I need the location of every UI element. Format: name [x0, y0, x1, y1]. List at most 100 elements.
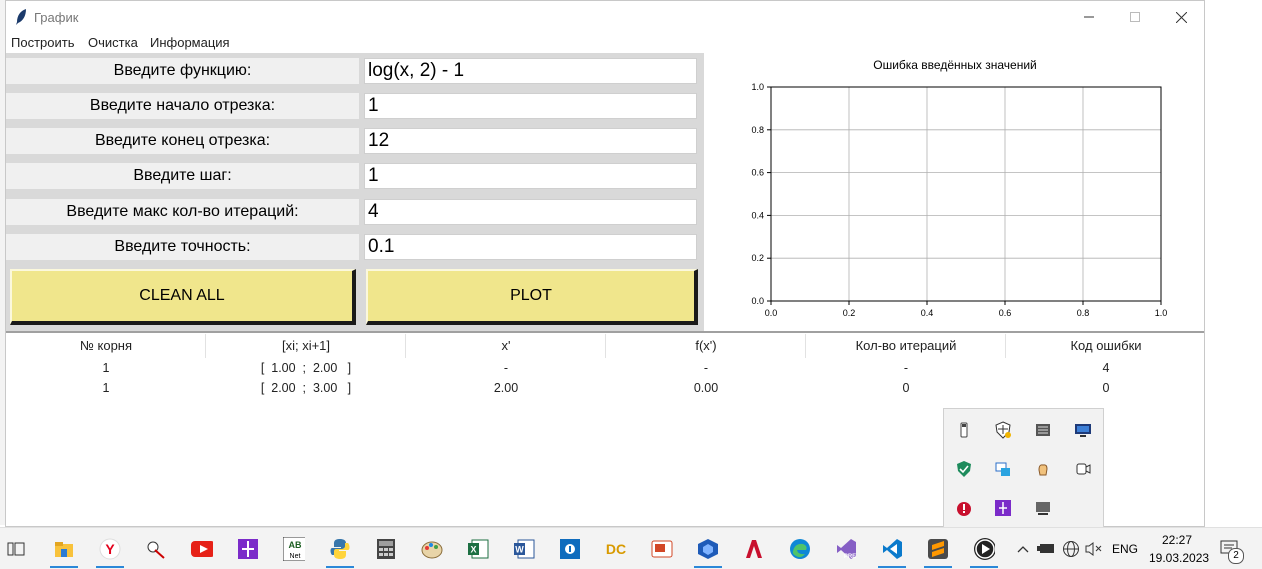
svg-text:DC: DC — [606, 541, 626, 557]
file-explorer-icon[interactable] — [53, 538, 75, 560]
abbyy-lingvo-icon[interactable]: AB Net — [283, 537, 305, 561]
cell-root-number: 1 — [102, 381, 110, 395]
notification-badge: 2 — [1228, 548, 1244, 564]
snipping-icon[interactable] — [145, 538, 167, 560]
max-iterations-input[interactable]: 4 — [364, 199, 697, 225]
excel-icon[interactable]: X — [467, 538, 489, 560]
visual-studio-icon[interactable]: PRE — [835, 538, 857, 560]
defender-icon[interactable] — [955, 460, 973, 478]
x-tick-label: 0.4 — [921, 308, 934, 318]
y-tick-label: 0.6 — [751, 168, 764, 178]
keyboard-icon[interactable] — [1034, 421, 1052, 439]
x-tick-label: 0.8 — [1077, 308, 1090, 318]
svg-text:X: X — [470, 545, 476, 555]
clean-all-button[interactable]: CLEAN ALL — [10, 269, 356, 325]
alert-icon[interactable] — [955, 499, 973, 517]
y-tick-label: 0.4 — [751, 210, 764, 220]
header-interval: [xi; xi+1] — [281, 338, 331, 353]
cell-x: - — [503, 361, 509, 375]
close-icon — [1175, 11, 1187, 23]
cell-iterations: 0 — [902, 381, 910, 395]
svg-text:PRE: PRE — [844, 554, 856, 560]
cell-error-code: 0 — [1102, 381, 1110, 395]
clock-date: 19.03.2023 — [1149, 551, 1210, 565]
svg-text:Y: Y — [105, 541, 115, 557]
cell-fx: 0.00 — [693, 381, 719, 395]
menu-bar: Построить Очистка Информация — [6, 33, 1204, 53]
close-button[interactable] — [1158, 1, 1204, 33]
end-input[interactable]: 12 — [364, 128, 697, 154]
precision-input[interactable]: 0.1 — [364, 234, 697, 260]
dc-app-icon[interactable]: DC — [605, 538, 627, 560]
error-plot: Ошибка введённых значений 0.0 0.2 0.4 0.6 0.… — [704, 53, 1204, 331]
minimize-button[interactable] — [1066, 1, 1112, 33]
x-tick-label: 0.0 — [765, 308, 778, 318]
calculator-icon[interactable] — [375, 538, 397, 560]
title-bar: График — [6, 1, 1204, 33]
function-input[interactable]: log(x, 2) - 1 — [364, 58, 697, 84]
feather-icon — [16, 9, 26, 25]
python-icon[interactable] — [329, 538, 351, 560]
precision-label: Введите точность: — [6, 234, 359, 260]
task-view-icon[interactable] — [5, 538, 27, 560]
maximize-button[interactable] — [1112, 1, 1158, 33]
header-root-number: № корня — [79, 338, 133, 353]
cell-x: 2.00 — [493, 381, 519, 395]
function-label: Введите функцию: — [6, 58, 359, 84]
start-label: Введите начало отрезка: — [6, 93, 359, 119]
blue-app-icon[interactable] — [559, 538, 581, 560]
menu-build[interactable]: Построить — [11, 35, 74, 50]
active-app-indicator — [326, 566, 354, 568]
virtualbox-icon[interactable] — [697, 538, 719, 560]
yandex-browser-icon[interactable]: Y — [99, 538, 121, 560]
cell-fx: - — [703, 361, 709, 375]
usb-icon[interactable] — [955, 421, 973, 439]
tool-icon[interactable] — [994, 499, 1012, 517]
start-input[interactable]: 1 — [364, 93, 697, 119]
media-player-icon[interactable] — [973, 538, 995, 560]
volume-muted-icon[interactable] — [1083, 538, 1105, 560]
display-icon[interactable] — [1034, 499, 1052, 517]
hand-icon[interactable] — [1034, 460, 1052, 478]
paint-icon[interactable] — [421, 538, 443, 560]
language-indicator[interactable]: ENG — [1112, 542, 1138, 556]
svg-text:W: W — [515, 545, 524, 555]
svg-text:AB: AB — [289, 540, 302, 550]
cell-root-number: 1 — [102, 361, 110, 375]
menu-clear[interactable]: Очистка — [88, 35, 138, 50]
network-globe-icon[interactable] — [1060, 538, 1082, 560]
battery-icon[interactable] — [1035, 538, 1057, 560]
cell-interval: [ 1.00 ; 2.00 ] — [260, 361, 352, 375]
autocad-icon[interactable] — [743, 538, 765, 560]
sublime-icon[interactable] — [927, 538, 949, 560]
monitor-icon[interactable] — [1074, 421, 1092, 439]
y-tick-label: 0.0 — [751, 296, 764, 306]
cell-error-code: 4 — [1102, 361, 1110, 375]
y-tick-label: 0.8 — [751, 125, 764, 135]
menu-info[interactable]: Информация — [150, 35, 230, 50]
youtube-icon[interactable] — [191, 538, 213, 560]
presentation-app-icon[interactable] — [651, 538, 673, 560]
vscode-icon[interactable] — [881, 538, 903, 560]
chart-title: Ошибка введённых значений — [873, 58, 1036, 72]
step-input[interactable]: 1 — [364, 163, 697, 189]
paint-tool-icon[interactable] — [237, 538, 259, 560]
word-icon[interactable]: W — [513, 538, 535, 560]
plot-frame — [770, 86, 1162, 302]
chevron-up-icon[interactable] — [1012, 538, 1034, 560]
plot-button[interactable]: PLOT — [366, 269, 698, 325]
header-error-code: Код ошибки — [1070, 338, 1142, 353]
edge-icon[interactable] — [789, 538, 811, 560]
hidden-icons-tray — [943, 408, 1104, 530]
header-fx: f(x') — [695, 338, 717, 353]
y-tick-label: 0.2 — [751, 253, 764, 263]
camera-icon[interactable] — [1074, 460, 1092, 478]
sync-icon[interactable] — [994, 460, 1012, 478]
header-iterations: Кол-во итераций — [855, 338, 957, 353]
security-warning-icon[interactable] — [994, 421, 1012, 439]
window-title: График — [34, 10, 79, 25]
clock-time: 22:27 — [1162, 533, 1193, 547]
active-app-indicator — [694, 566, 722, 568]
header-x: x' — [501, 338, 511, 353]
active-app-indicator — [96, 566, 124, 568]
